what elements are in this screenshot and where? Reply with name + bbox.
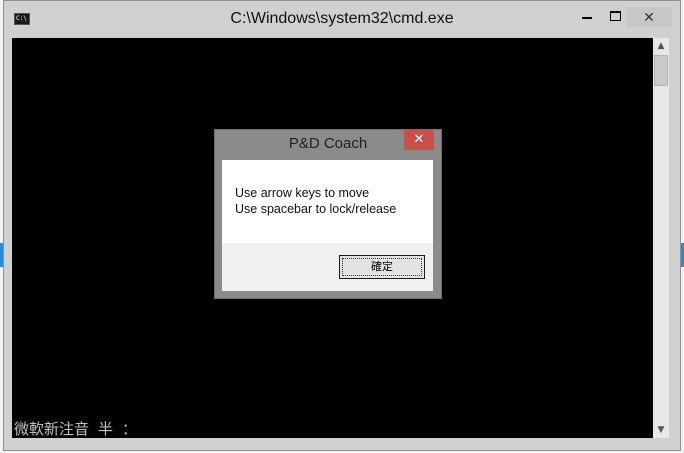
dialog-close-button[interactable]: ✕: [404, 130, 434, 150]
vertical-scrollbar[interactable]: ▲ ▼: [653, 38, 669, 438]
ok-button[interactable]: 確定: [339, 255, 425, 279]
scroll-thumb[interactable]: [654, 55, 668, 86]
message-dialog: P&D Coach ✕ Use arrow keys to move Use s…: [214, 129, 442, 299]
dialog-message-line: Use spacebar to lock/release: [235, 202, 397, 216]
dialog-message-area: Use arrow keys to move Use spacebar to l…: [222, 160, 433, 243]
minimize-button[interactable]: [574, 7, 600, 27]
maximize-button[interactable]: [602, 7, 628, 27]
close-icon: ✕: [643, 10, 655, 26]
minimize-icon: [582, 17, 592, 19]
close-button[interactable]: ✕: [626, 7, 672, 27]
scroll-down-icon[interactable]: ▼: [653, 422, 669, 438]
close-icon: ✕: [413, 132, 425, 147]
ime-status-text: 微軟新注音 半 ：: [14, 420, 138, 438]
scroll-up-icon[interactable]: ▲: [653, 38, 669, 54]
maximize-icon: [609, 11, 621, 21]
dialog-body: Use arrow keys to move Use spacebar to l…: [222, 160, 433, 291]
dialog-message-line: Use arrow keys to move: [235, 186, 370, 200]
title-bar[interactable]: C:\ C:\Windows\system32\cmd.exe ✕: [4, 1, 680, 38]
